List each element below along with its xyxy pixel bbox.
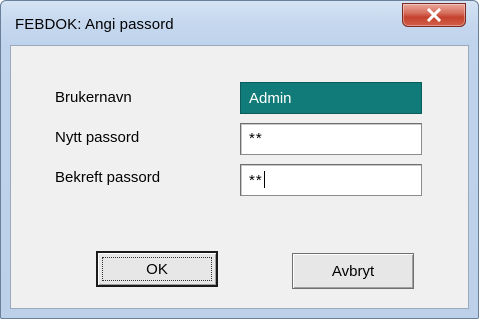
window-title: FEBDOK: Angi passord <box>15 16 174 33</box>
confirm-password-label: Bekreft passord <box>55 169 161 186</box>
focus-rectangle <box>102 257 212 281</box>
ok-button[interactable]: OK <box>96 251 218 287</box>
title-bar[interactable]: FEBDOK: Angi passord <box>1 1 478 45</box>
close-button[interactable] <box>402 3 466 27</box>
confirm-password-input[interactable]: ** <box>240 164 422 196</box>
dialog-content: Brukernavn Admin Nytt passord ** Bekreft… <box>10 45 469 309</box>
username-label: Brukernavn <box>55 89 132 106</box>
username-field: Admin <box>240 82 422 114</box>
dialog-window: FEBDOK: Angi passord Brukernavn Admin Ny… <box>0 0 479 319</box>
text-caret <box>263 171 265 188</box>
cancel-button[interactable]: Avbryt <box>292 253 414 289</box>
new-password-label: Nytt passord <box>55 129 140 146</box>
new-password-input[interactable]: ** <box>240 123 422 155</box>
confirm-password-value: ** <box>249 172 263 189</box>
new-password-value: ** <box>249 130 263 147</box>
cancel-button-label: Avbryt <box>331 262 375 280</box>
close-x-icon <box>426 8 442 22</box>
